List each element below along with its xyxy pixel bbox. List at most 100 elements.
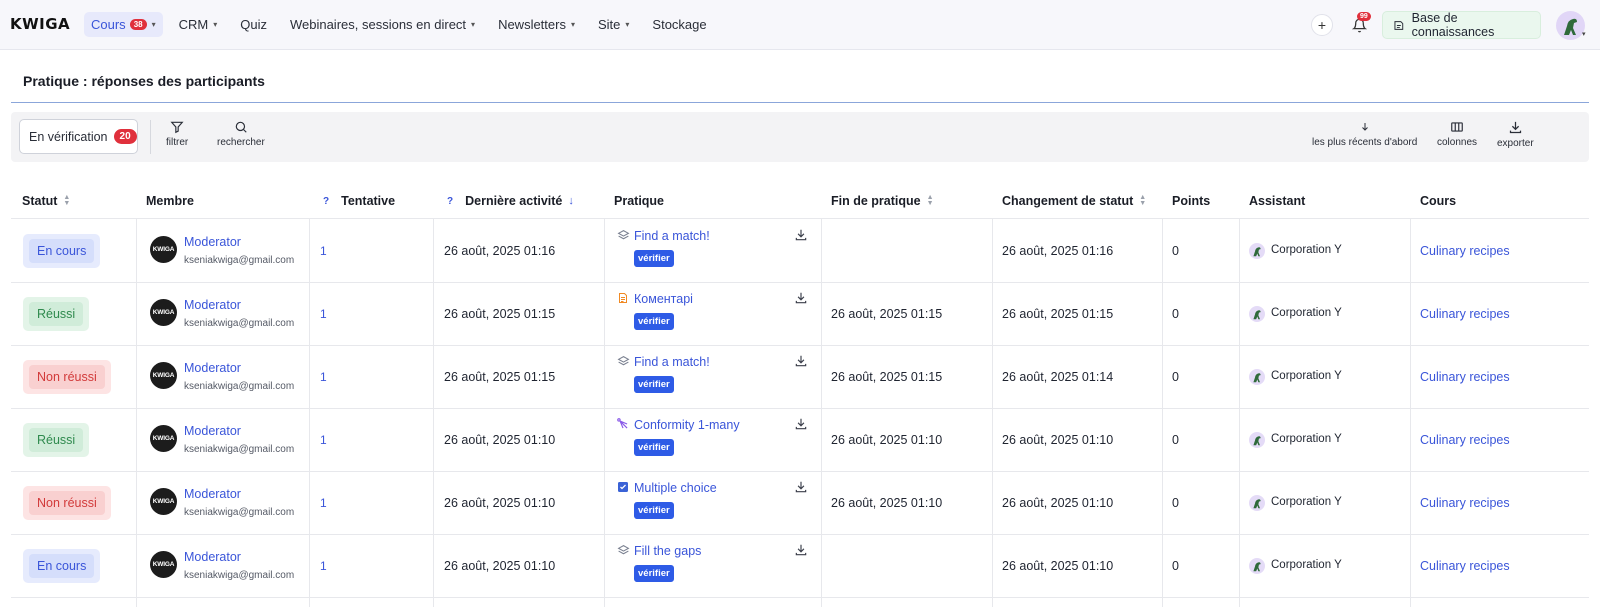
verify-button[interactable]: vérifier: [634, 502, 674, 519]
course-link[interactable]: Culinary recipes: [1420, 244, 1510, 258]
book-icon: [1394, 20, 1404, 30]
verify-button[interactable]: vérifier: [634, 376, 674, 393]
layers-icon: [616, 228, 630, 242]
sort-icon: ▲ ▼: [1139, 194, 1147, 207]
attempt-link[interactable]: 1: [320, 559, 327, 573]
practice-link[interactable]: Коментарі: [634, 292, 693, 306]
menu-item-webinars[interactable]: Webinaires, sessions en direct ▾: [283, 12, 482, 37]
column-header-status-change[interactable]: Changement de statut ▲ ▼: [1002, 194, 1146, 208]
menu-item-stockage[interactable]: Stockage: [645, 12, 713, 37]
attempt-link[interactable]: 1: [320, 370, 327, 384]
menu-item-newsletters[interactable]: Newsletters ▾: [491, 12, 582, 37]
help-icon[interactable]: ?: [447, 196, 453, 207]
member-avatar: KWIGA: [150, 488, 177, 515]
table-row[interactable]: Non réussi KWIGA Moderator kseniakwiga@g…: [11, 471, 1589, 535]
course-link[interactable]: Culinary recipes: [1420, 559, 1510, 573]
course-link[interactable]: Culinary recipes: [1420, 433, 1510, 447]
course-link[interactable]: Culinary recipes: [1420, 496, 1510, 510]
attempt-link[interactable]: 1: [320, 307, 327, 321]
status-change: 26 août, 2025 01:16: [1002, 244, 1114, 258]
chevron-down-icon: ▾: [625, 20, 630, 29]
assistant-avatar: [1249, 243, 1265, 259]
last-activity: 26 août, 2025 01:10: [444, 433, 556, 447]
layers-icon: [616, 543, 630, 557]
practice-link[interactable]: Fill the gaps: [634, 544, 701, 558]
column-header-last-activity[interactable]: ? Dernière activité ↓: [447, 194, 574, 208]
practice-link[interactable]: Find a match!: [634, 355, 710, 369]
download-icon[interactable]: [794, 291, 808, 305]
chevron-down-icon: ▾: [471, 20, 476, 29]
search-label: rechercher: [217, 137, 265, 148]
user-avatar[interactable]: [1556, 11, 1585, 40]
verify-button[interactable]: vérifier: [634, 250, 674, 267]
member-name-link[interactable]: Moderator: [184, 235, 241, 249]
checkbox-icon: [616, 480, 630, 494]
column-header-practice-end[interactable]: Fin de pratique ▲ ▼: [831, 194, 934, 208]
member-name-link[interactable]: Moderator: [184, 424, 241, 438]
status-change: 26 août, 2025 01:15: [1002, 307, 1114, 321]
practice-link[interactable]: Conformity 1-many: [634, 418, 740, 432]
member-name-link[interactable]: Moderator: [184, 361, 241, 375]
practice-end: 26 août, 2025 01:10: [831, 496, 943, 510]
toolbar: En vérification 20 filtrer rechercher le…: [11, 112, 1589, 162]
search-icon: [235, 121, 247, 133]
attempt-link[interactable]: 1: [320, 496, 327, 510]
attempt-link[interactable]: 1: [320, 433, 327, 447]
filter-button[interactable]: filtrer: [166, 120, 188, 148]
download-icon[interactable]: [794, 417, 808, 431]
status-label: Réussi: [29, 428, 84, 452]
member-email: kseniakwiga@gmail.com: [184, 255, 295, 266]
menu-item-site[interactable]: Site ▾: [591, 12, 636, 37]
assistant-name: Corporation Y: [1271, 370, 1342, 382]
columns-button[interactable]: colonnes: [1437, 120, 1477, 148]
table-row[interactable]: Réussi KWIGA Moderator kseniakwiga@gmail…: [11, 282, 1589, 346]
practice-link[interactable]: Find a match!: [634, 229, 710, 243]
knowledge-base-label: Base de connaissances: [1411, 11, 1495, 39]
member-email: kseniakwiga@gmail.com: [184, 507, 295, 518]
add-button[interactable]: +: [1311, 14, 1333, 36]
help-icon[interactable]: ?: [323, 196, 329, 207]
download-icon[interactable]: [794, 480, 808, 494]
header-label: Cours: [1420, 194, 1457, 208]
status-filter-select[interactable]: En vérification 20: [19, 119, 138, 154]
course-link[interactable]: Culinary recipes: [1420, 307, 1510, 321]
member-name-link[interactable]: Moderator: [184, 550, 241, 564]
dinosaur-icon: [1564, 18, 1577, 35]
table-row[interactable]: Réussi KWIGA Moderator kseniakwiga@gmail…: [11, 408, 1589, 472]
header-label: Membre: [146, 194, 194, 208]
menu-item-cours[interactable]: Cours 38 ▾: [84, 12, 163, 37]
attempt-link[interactable]: 1: [320, 244, 327, 258]
courses-count-badge: 38: [129, 19, 147, 30]
header-label: Changement de statut: [1002, 194, 1134, 208]
sort-icon: ▲ ▼: [63, 194, 71, 207]
knowledge-base-button[interactable]: Base de connaissances: [1382, 11, 1541, 39]
notifications-count-badge: 99: [1357, 12, 1371, 21]
dinosaur-icon: [1253, 436, 1261, 446]
column-header-status[interactable]: Statut ▲ ▼: [22, 194, 70, 208]
menu-item-quiz[interactable]: Quiz: [233, 12, 274, 37]
practice-link[interactable]: Multiple choice: [634, 481, 717, 495]
sort-button[interactable]: les plus récents d'abord: [1312, 120, 1417, 148]
member-name-link[interactable]: Moderator: [184, 298, 241, 312]
verify-button[interactable]: vérifier: [634, 565, 674, 582]
member-email: kseniakwiga@gmail.com: [184, 444, 295, 455]
table-row[interactable]: En cours KWIGA Moderator kseniakwiga@gma…: [11, 219, 1589, 283]
menu-item-crm[interactable]: CRM ▾: [172, 12, 225, 37]
download-icon[interactable]: [794, 543, 808, 557]
download-icon[interactable]: [794, 228, 808, 242]
table-row[interactable]: Non réussi KWIGA Moderator kseniakwiga@g…: [11, 345, 1589, 409]
course-link[interactable]: Culinary recipes: [1420, 370, 1510, 384]
download-icon[interactable]: [794, 354, 808, 368]
member-name-link[interactable]: Moderator: [184, 487, 241, 501]
last-activity: 26 août, 2025 01:10: [444, 559, 556, 573]
kwiga-logo[interactable]: KWIGA: [10, 15, 70, 33]
layers-icon: [616, 354, 630, 368]
status-badge: En cours: [23, 549, 101, 583]
verify-button[interactable]: vérifier: [634, 313, 674, 330]
verify-button[interactable]: vérifier: [634, 439, 674, 456]
table-row[interactable]: En cours KWIGA Moderator kseniakwiga@gma…: [11, 534, 1589, 598]
document-icon: [616, 291, 630, 305]
export-button[interactable]: exporter: [1497, 120, 1534, 149]
search-button[interactable]: rechercher: [217, 120, 265, 148]
points-value: 0: [1172, 496, 1179, 510]
